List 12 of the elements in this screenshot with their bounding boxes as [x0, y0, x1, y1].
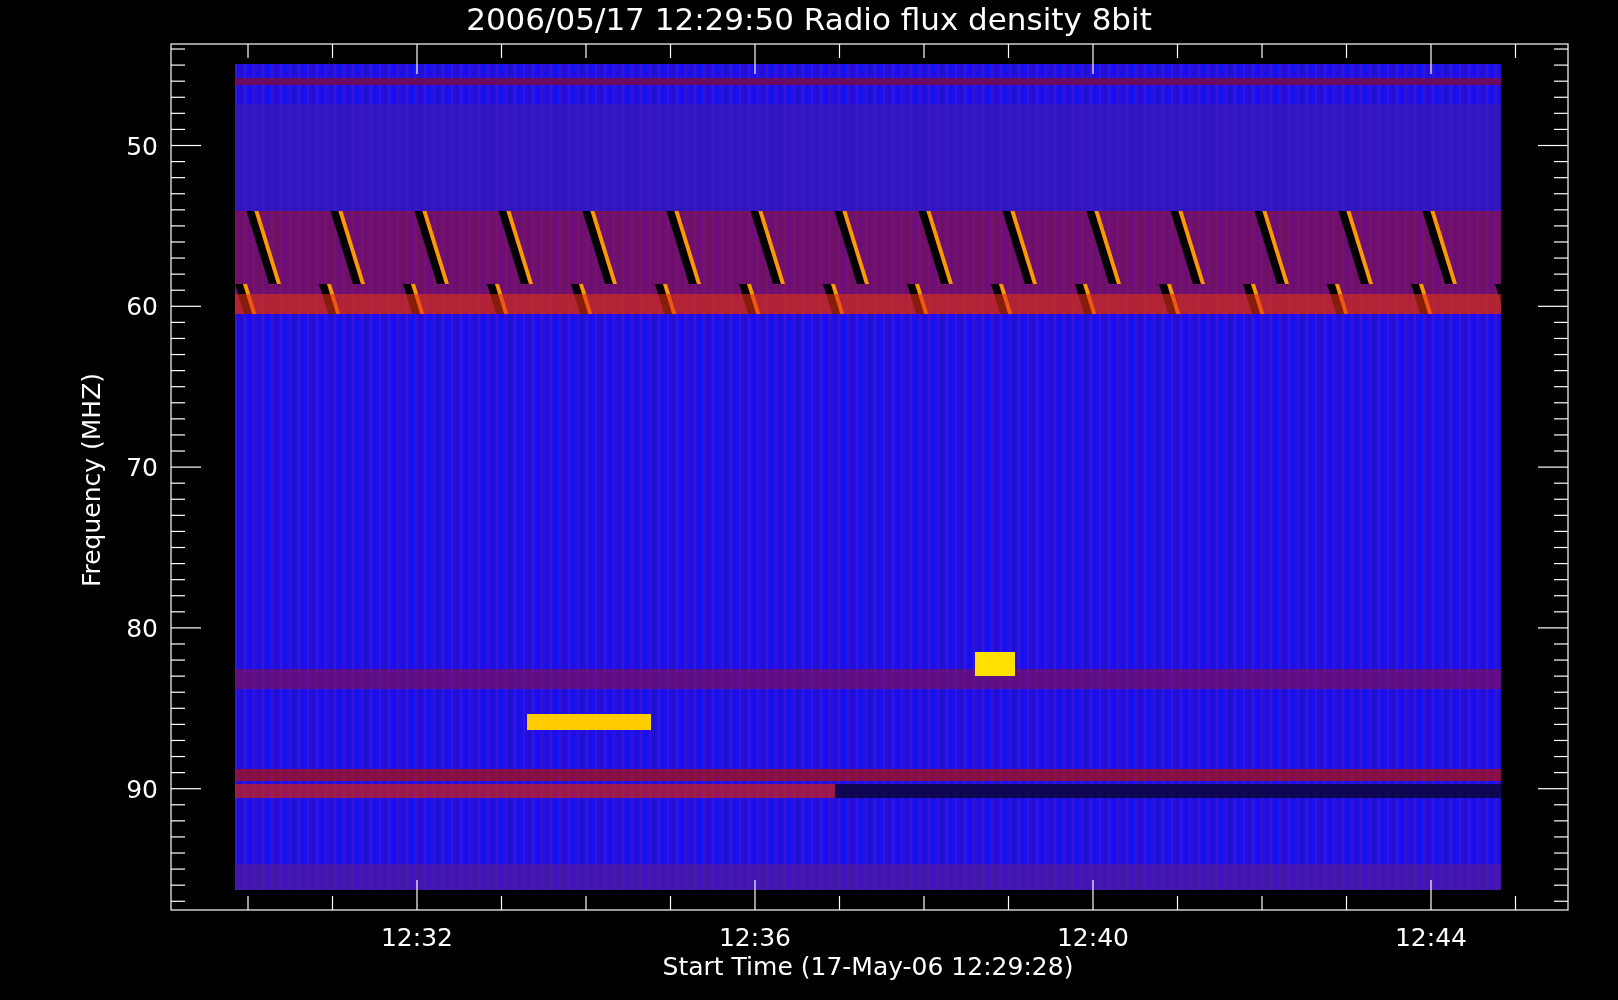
x-tick-label: 12:40 — [1057, 923, 1129, 952]
x-tick-label: 12:44 — [1395, 923, 1467, 952]
y-tick-label: 90 — [126, 774, 158, 804]
plot-title: 2006/05/17 12:29:50 Radio flux density 8bit — [466, 1, 1152, 37]
y-tick-label: 80 — [126, 613, 158, 643]
x-tick-label: 12:32 — [381, 923, 453, 952]
x-axis-label: Start Time (17-May-06 12:29:28) — [662, 952, 1074, 981]
y-tick-label: 50 — [126, 131, 158, 161]
y-tick-label: 60 — [126, 292, 158, 322]
x-tick-label: 12:36 — [719, 923, 791, 952]
y-axis-label: Frequency (MHZ) — [77, 372, 106, 588]
y-tick-label: 70 — [126, 453, 158, 483]
